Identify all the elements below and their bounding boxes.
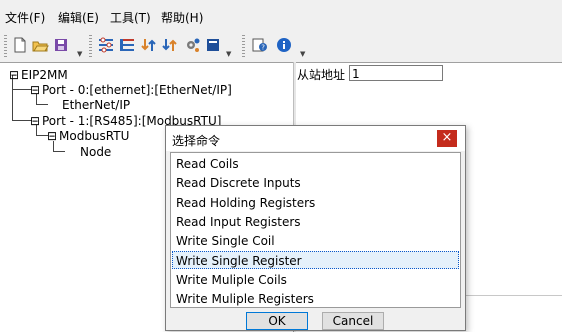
toolbar-overflow-3[interactable]: ▼ — [300, 50, 308, 58]
command-item-read-input-registers[interactable]: Read Input Registers — [176, 213, 461, 231]
tree-item-modbusrtu[interactable]: ModbusRTU — [59, 129, 129, 143]
slave-address-label: 从站地址 — [297, 68, 346, 82]
tree-item-node[interactable]: Node — [80, 145, 111, 159]
command-item-read-holding-registers[interactable]: Read Holding Registers — [176, 194, 461, 212]
select-command-dialog: 选择命令 × Read Coils Read Discrete Inputs R… — [165, 125, 466, 331]
dialog-title: 选择命令 — [172, 134, 221, 148]
tree-line — [36, 104, 48, 105]
svg-text:?: ? — [261, 44, 265, 52]
settings-list-icon[interactable] — [97, 35, 115, 55]
list-icon[interactable] — [118, 35, 136, 55]
toolbar-grip[interactable] — [4, 35, 7, 57]
tree-expander-root[interactable]: ⊟ — [9, 68, 19, 82]
toolbar-overflow-2[interactable]: ▼ — [226, 50, 234, 58]
new-file-icon[interactable] — [11, 35, 29, 55]
command-item-read-discrete-inputs[interactable]: Read Discrete Inputs — [176, 174, 461, 192]
command-item-write-single-register[interactable]: Write Single Register — [172, 251, 459, 269]
toolbar-grip-3[interactable] — [242, 35, 245, 57]
save-icon[interactable] — [52, 35, 70, 55]
menu-tools[interactable]: 工具(T) — [110, 9, 151, 26]
menu-edit[interactable]: 编辑(E) — [58, 9, 99, 26]
tree-expander-modbusrtu[interactable]: ⊟ — [47, 129, 57, 143]
toolbar: ▼ ▼ ? ▼ — [0, 30, 562, 62]
transfer-icon[interactable] — [140, 35, 158, 55]
command-item-write-multiple-coils[interactable]: Write Muliple Coils — [176, 271, 461, 289]
toolbar-overflow-1[interactable]: ▼ — [77, 50, 85, 58]
command-list[interactable]: Read Coils Read Discrete Inputs Read Hol… — [170, 152, 461, 308]
cancel-button[interactable]: Cancel — [322, 312, 384, 330]
close-icon[interactable]: × — [437, 130, 457, 147]
tree-line — [53, 151, 65, 152]
dialog-titlebar[interactable]: 选择命令 × — [166, 126, 465, 151]
slave-address-input[interactable]: 1 — [349, 65, 443, 81]
gear-icon[interactable] — [183, 35, 201, 55]
tree-line — [12, 89, 32, 90]
tree-item-port0[interactable]: Port - 0:[ethernet]:[EtherNet/IP] — [42, 83, 232, 97]
command-item-write-single-coil[interactable]: Write Single Coil — [176, 232, 461, 250]
help-icon[interactable]: ? — [251, 35, 269, 55]
tree-item-root[interactable]: EIP2MM — [21, 68, 68, 82]
command-item-read-coils[interactable]: Read Coils — [176, 155, 461, 173]
tree-expander-port0[interactable]: ⊟ — [30, 83, 40, 97]
ok-button[interactable]: OK — [246, 312, 308, 330]
command-item-write-multiple-registers[interactable]: Write Muliple Registers — [176, 290, 461, 308]
tree-line — [12, 120, 32, 121]
open-folder-icon[interactable] — [31, 35, 49, 55]
menu-file[interactable]: 文件(F) — [5, 9, 45, 26]
menu-bar: 文件(F) 编辑(E) 工具(T) 帮助(H) — [0, 0, 562, 30]
menu-help[interactable]: 帮助(H) — [161, 9, 203, 26]
book-icon[interactable] — [204, 35, 222, 55]
tree-item-ethernetip[interactable]: EtherNet/IP — [62, 98, 130, 112]
transfer2-icon[interactable] — [161, 35, 179, 55]
info-icon[interactable] — [275, 35, 293, 55]
toolbar-grip-2[interactable] — [89, 35, 92, 57]
tree-expander-port1[interactable]: ⊟ — [30, 114, 40, 128]
